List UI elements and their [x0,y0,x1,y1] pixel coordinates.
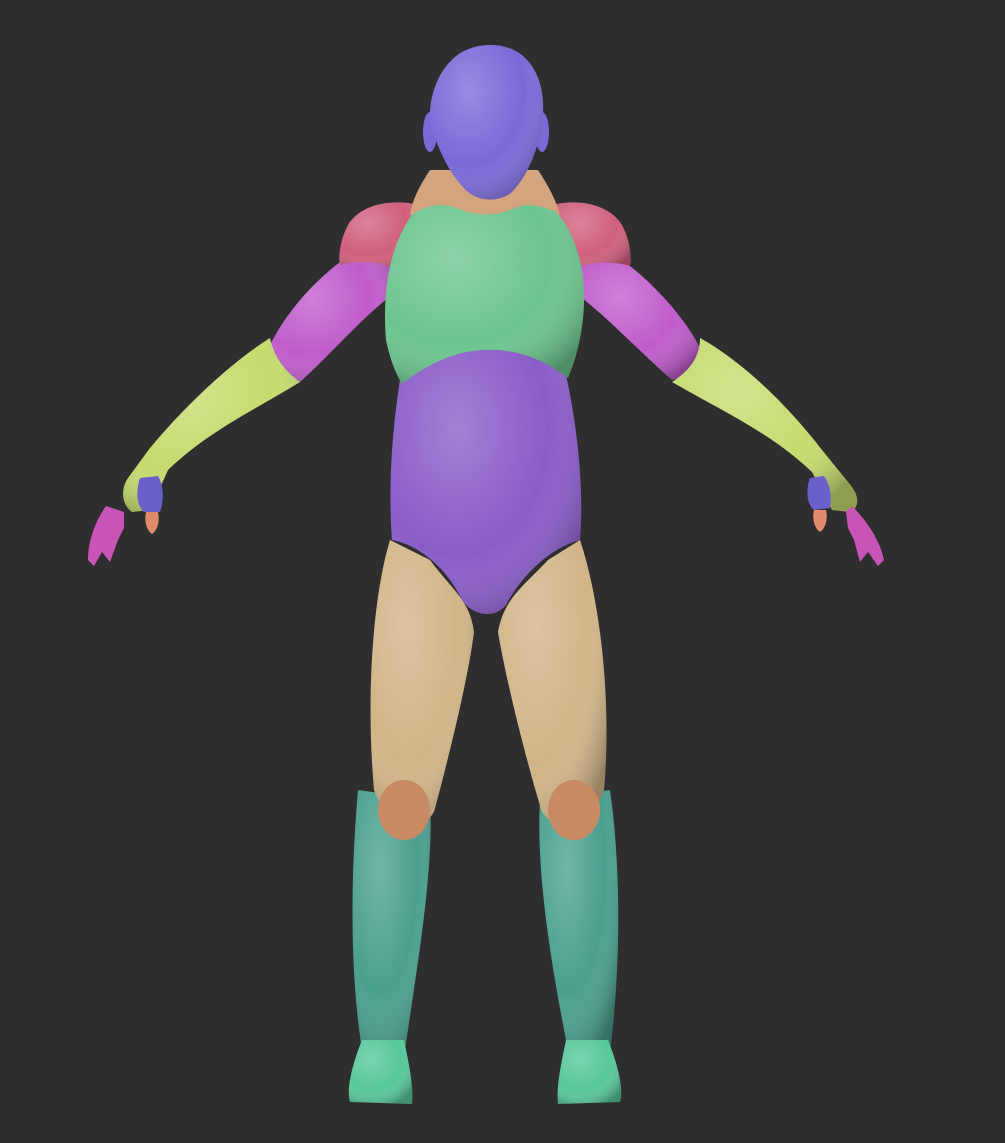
fingers-left [88,506,124,566]
knee-left [378,780,430,840]
fingers-right [846,506,884,566]
forearm-right [672,338,858,512]
upper-arm-left [270,262,390,382]
knee-right [548,780,600,840]
foot-right [557,1040,622,1104]
hand-back-left [137,476,163,512]
foot-left [348,1040,413,1104]
3d-viewport[interactable] [0,0,1005,1143]
sculpt-model-canvas[interactable] [0,0,1005,1143]
thumb-right [813,510,827,532]
thumb-left [145,512,159,534]
upper-arm-right [578,262,700,380]
